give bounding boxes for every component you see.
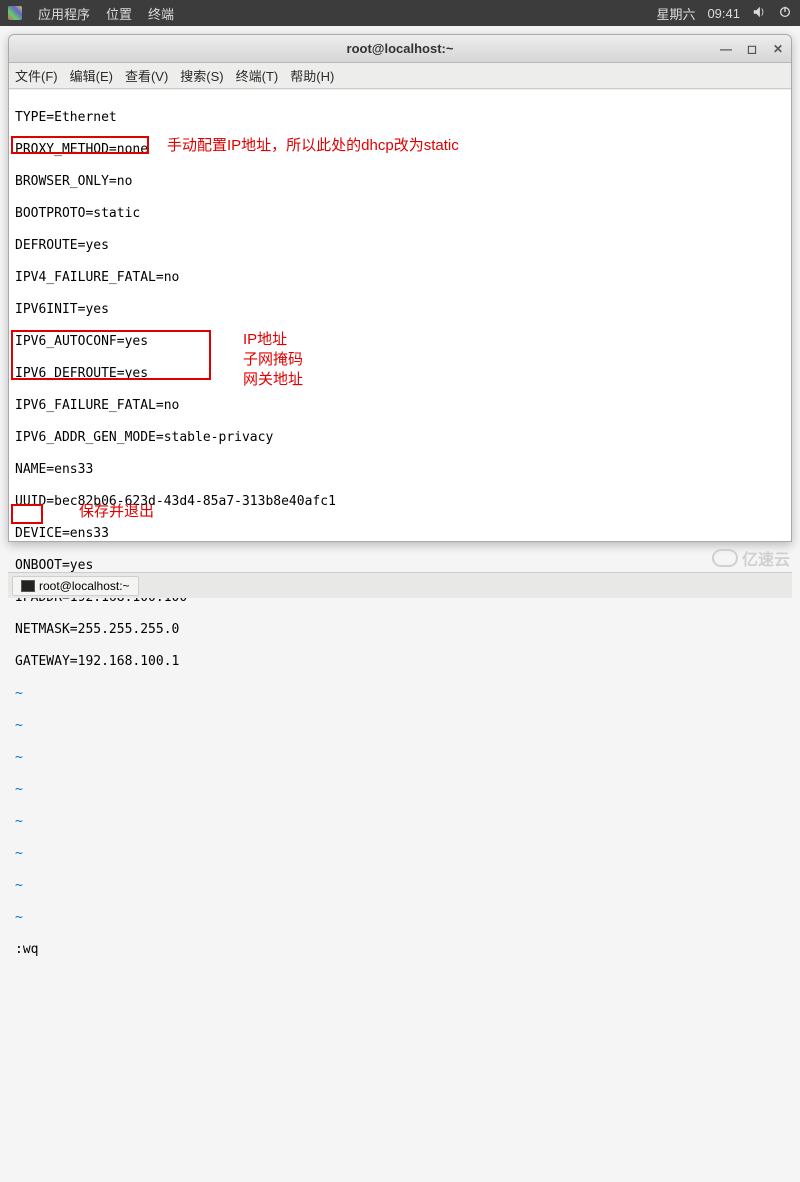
menu-file[interactable]: 文件(F) — [15, 66, 58, 85]
taskbar: root@localhost:~ — [8, 572, 792, 598]
cfg-line: GATEWAY=192.168.100.1 — [15, 654, 785, 670]
terminal-window: root@localhost:~ — ◻ ✕ 文件(F) 编辑(E) 查看(V)… — [8, 34, 792, 542]
vim-tilde: ~ — [15, 750, 785, 766]
menu-terminal[interactable]: 终端(T) — [236, 66, 279, 85]
power-icon[interactable] — [778, 5, 792, 22]
cfg-line: TYPE=Ethernet — [15, 110, 785, 126]
watermark-text: 亿速云 — [742, 546, 790, 570]
terminal-icon — [21, 580, 35, 592]
volume-icon[interactable] — [752, 5, 766, 22]
cfg-line: IPV6_DEFROUTE=yes — [15, 366, 785, 382]
menu-search[interactable]: 搜索(S) — [180, 66, 223, 85]
menubar: 文件(F) 编辑(E) 查看(V) 搜索(S) 终端(T) 帮助(H) — [9, 63, 791, 89]
panel-places[interactable]: 位置 — [106, 4, 132, 23]
top-panel: 应用程序 位置 终端 星期六 09:41 — [0, 0, 800, 26]
minimize-button[interactable]: — — [719, 42, 733, 56]
cfg-line: DEFROUTE=yes — [15, 238, 785, 254]
window-controls: — ◻ ✕ — [719, 42, 785, 56]
panel-terminal[interactable]: 终端 — [148, 4, 174, 23]
cfg-line: UUID=bec82b06-623d-43d4-85a7-313b8e40afc… — [15, 494, 785, 510]
cfg-line: BOOTPROTO=static — [15, 206, 785, 222]
titlebar[interactable]: root@localhost:~ — ◻ ✕ — [9, 35, 791, 63]
window-title: root@localhost:~ — [9, 41, 791, 56]
cfg-line: BROWSER_ONLY=no — [15, 174, 785, 190]
cfg-line: IPV6INIT=yes — [15, 302, 785, 318]
cfg-line: IPV4_FAILURE_FATAL=no — [15, 270, 785, 286]
vim-tilde: ~ — [15, 814, 785, 830]
watermark: 亿速云 — [712, 546, 790, 570]
cfg-line: IPV6_FAILURE_FATAL=no — [15, 398, 785, 414]
top-panel-right: 星期六 09:41 — [656, 4, 792, 23]
taskbar-terminal-item[interactable]: root@localhost:~ — [12, 576, 139, 596]
close-button[interactable]: ✕ — [771, 42, 785, 56]
vim-tilde: ~ — [15, 686, 785, 702]
cfg-line: PROXY_METHOD=none — [15, 142, 785, 158]
vim-tilde: ~ — [15, 782, 785, 798]
top-panel-left: 应用程序 位置 终端 — [8, 4, 174, 23]
cfg-line: DEVICE=ens33 — [15, 526, 785, 542]
cfg-line: IPV6_ADDR_GEN_MODE=stable-privacy — [15, 430, 785, 446]
cfg-line: NETMASK=255.255.255.0 — [15, 622, 785, 638]
panel-day: 星期六 — [656, 4, 695, 23]
vim-tilde: ~ — [15, 910, 785, 926]
menu-edit[interactable]: 编辑(E) — [70, 66, 113, 85]
taskbar-item-label: root@localhost:~ — [39, 579, 130, 593]
distro-icon — [8, 6, 22, 20]
menu-view[interactable]: 查看(V) — [125, 66, 168, 85]
vim-tilde: ~ — [15, 718, 785, 734]
menu-help[interactable]: 帮助(H) — [290, 66, 334, 85]
cfg-line: NAME=ens33 — [15, 462, 785, 478]
vim-tilde: ~ — [15, 846, 785, 862]
maximize-button[interactable]: ◻ — [745, 42, 759, 56]
cfg-line: IPV6_AUTOCONF=yes — [15, 334, 785, 350]
cloud-icon — [712, 549, 738, 567]
panel-applications[interactable]: 应用程序 — [38, 4, 90, 23]
vim-tilde: ~ — [15, 878, 785, 894]
terminal-content[interactable]: TYPE=Ethernet PROXY_METHOD=none BROWSER_… — [9, 89, 791, 541]
vim-command: :wq — [15, 942, 785, 958]
panel-time: 09:41 — [707, 6, 740, 21]
